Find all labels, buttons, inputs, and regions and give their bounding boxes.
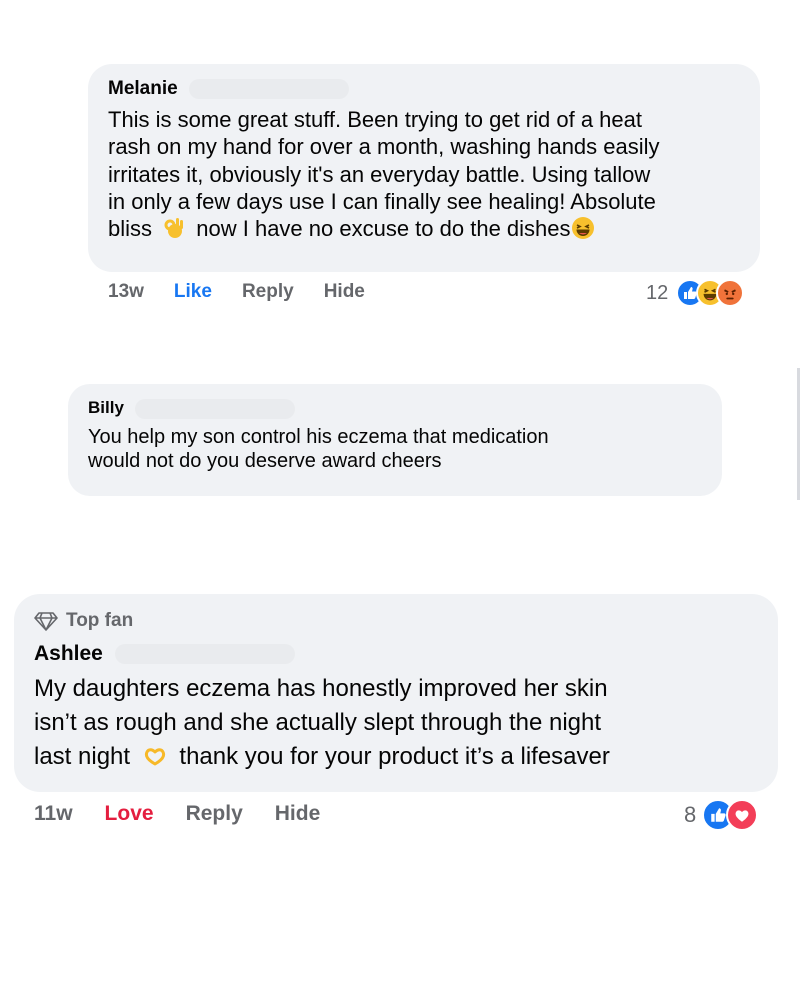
heart-hands-emoji-icon xyxy=(144,748,165,766)
love-button[interactable]: Love xyxy=(105,802,154,826)
comment-bubble-ashlee: Top fan Ashlee My daughters eczema has h… xyxy=(14,594,778,792)
reactions-summary[interactable]: 8 xyxy=(684,799,759,831)
redacted-name xyxy=(188,78,349,99)
timestamp[interactable]: 11w xyxy=(34,802,73,826)
top-fan-badge: Top fan xyxy=(34,610,758,632)
comment-text: This is some great stuff. Been trying to… xyxy=(108,107,660,242)
comment-text: My daughters eczema has honestly improve… xyxy=(34,675,610,771)
reply-button[interactable]: Reply xyxy=(186,802,243,826)
like-button[interactable]: Like xyxy=(174,281,212,303)
comment-bubble-melanie: Melanie This is some great stuff. Been t… xyxy=(88,64,760,272)
comment-author[interactable]: Melanie xyxy=(108,78,178,99)
comment-text: You help my son control his eczema that … xyxy=(88,425,549,473)
redacted-name xyxy=(134,398,295,419)
reaction-count: 12 xyxy=(646,281,669,304)
love-reaction-icon xyxy=(726,799,759,831)
comment-actions: 13w Like Reply Hide xyxy=(108,281,365,303)
reaction-count: 8 xyxy=(684,802,697,827)
comment-author[interactable]: Billy xyxy=(88,398,124,417)
ok-hand-emoji-icon xyxy=(164,218,184,239)
diamond-icon xyxy=(34,612,58,631)
comment-bubble-billy: Billy You help my son control his eczema… xyxy=(68,384,722,496)
angry-reaction-icon xyxy=(716,279,745,307)
hide-button[interactable]: Hide xyxy=(324,281,365,303)
reply-button[interactable]: Reply xyxy=(242,281,294,303)
redacted-name xyxy=(114,644,295,665)
timestamp[interactable]: 13w xyxy=(108,281,144,303)
laughing-emoji-icon xyxy=(571,217,594,240)
hide-button[interactable]: Hide xyxy=(275,802,321,826)
reactions-summary[interactable]: 12 xyxy=(646,279,745,307)
comment-actions: 11w Love Reply Hide xyxy=(34,802,320,826)
comment-author[interactable]: Ashlee xyxy=(34,642,103,665)
